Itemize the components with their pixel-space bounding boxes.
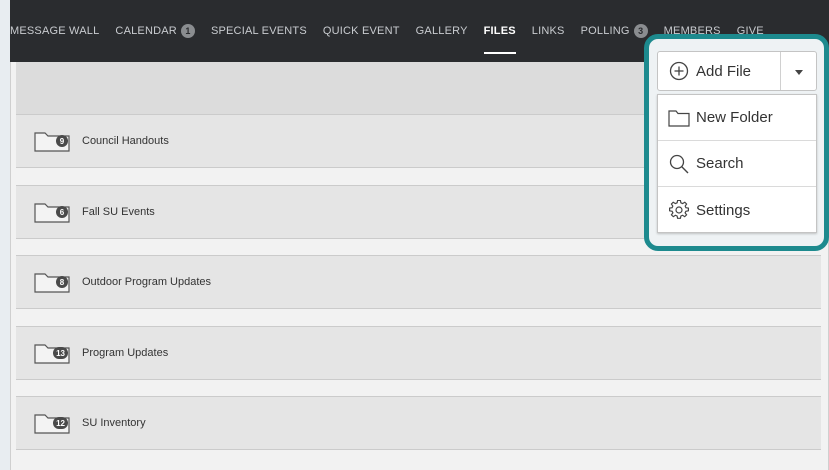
nav-tab-calendar[interactable]: CALENDAR 1 (107, 0, 203, 62)
plus-circle-icon (668, 60, 690, 82)
folder-icon (668, 107, 690, 129)
add-file-button[interactable]: Add File (658, 52, 780, 90)
nav-tab-gallery[interactable]: GALLERY (408, 0, 476, 62)
folder-icon: 6 (34, 201, 70, 223)
add-file-dropdown-toggle[interactable] (780, 52, 816, 90)
menu-item-label: Settings (696, 201, 751, 219)
nav-tab-label: FILES (483, 25, 516, 37)
caret-down-icon (794, 62, 803, 80)
add-file-split-button: Add File (657, 51, 817, 91)
nav-tab-links[interactable]: LINKS (524, 0, 573, 62)
search-icon (668, 153, 690, 175)
gear-icon (668, 199, 690, 221)
nav-tab-label: QUICK EVENT (322, 25, 400, 37)
menu-item-search[interactable]: Search (658, 141, 816, 187)
add-file-label: Add File (696, 62, 752, 80)
folder-icon: 12 (34, 412, 70, 434)
menu-item-new-folder[interactable]: New Folder (658, 95, 816, 141)
nav-tab-special-events[interactable]: SPECIAL EVENTS (203, 0, 315, 62)
nav-tab-label: POLLING (580, 25, 630, 37)
menu-item-label: Search (696, 155, 744, 172)
folder-count-badge: 13 (53, 347, 68, 359)
folder-icon: 13 (34, 342, 70, 364)
nav-tab-files[interactable]: FILES (476, 0, 524, 62)
folder-icon: 8 (34, 271, 70, 293)
nav-tab-label: SPECIAL EVENTS (210, 25, 307, 37)
nav-tab-message-wall[interactable]: MESSAGE WALL (10, 0, 107, 62)
folder-name: SU Inventory (82, 417, 146, 429)
folder-count-badge: 6 (56, 206, 68, 218)
folder-row[interactable]: 8 Outdoor Program Updates (16, 255, 821, 309)
calendar-count-badge: 1 (180, 24, 195, 38)
nav-tab-label: CALENDAR (115, 25, 177, 37)
folder-count-badge: 12 (53, 417, 68, 429)
add-file-dropdown-menu: New Folder Search Settings (657, 94, 817, 233)
folder-count-badge: 8 (56, 276, 68, 288)
menu-item-label: New Folder (696, 109, 773, 126)
nav-tab-label: MESSAGE WALL (10, 25, 100, 37)
nav-tab-label: GALLERY (415, 25, 468, 37)
nav-tab-label: LINKS (531, 25, 565, 37)
folder-row[interactable]: 13 Program Updates (16, 326, 821, 380)
folder-name: Program Updates (82, 347, 169, 359)
nav-tab-quick-event[interactable]: QUICK EVENT (315, 0, 408, 62)
polling-count-badge: 3 (633, 24, 648, 38)
folder-row[interactable]: 12 SU Inventory (16, 396, 821, 450)
folder-name: Council Handouts (82, 135, 169, 147)
folder-count-badge: 9 (56, 135, 68, 147)
folder-name: Fall SU Events (82, 206, 155, 218)
folder-name: Outdoor Program Updates (82, 276, 212, 288)
folder-icon: 9 (34, 130, 70, 152)
menu-item-settings[interactable]: Settings (658, 187, 816, 233)
